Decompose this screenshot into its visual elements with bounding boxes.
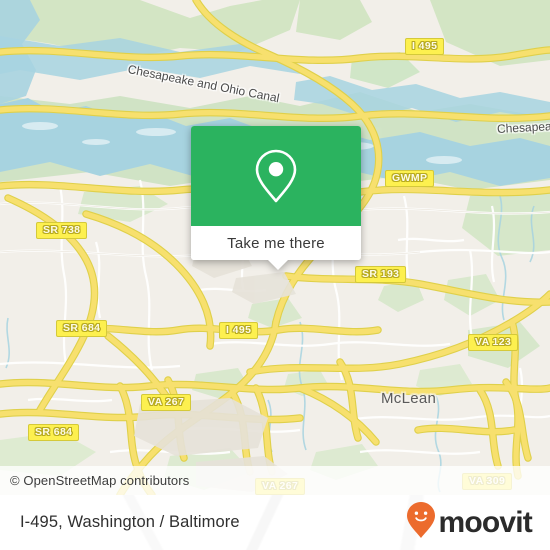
road-shield-sr-684-upper[interactable]: SR 684 <box>56 320 108 337</box>
road-shield-i-495-north[interactable]: I 495 <box>405 38 445 55</box>
openstreetmap-attribution[interactable]: © OpenStreetMap contributors <box>10 473 189 488</box>
road-shield-va-267-upper[interactable]: VA 267 <box>141 394 192 411</box>
page-title: I-495, Washington / Baltimore <box>20 513 240 531</box>
popup-image-area <box>191 126 361 226</box>
road-shield-sr-193[interactable]: SR 193 <box>355 266 407 283</box>
water-label-chesapeake: Chesapeake <box>496 118 550 136</box>
road-shield-va-123[interactable]: VA 123 <box>468 334 519 351</box>
road-shield-i-495-center[interactable]: I 495 <box>219 322 259 339</box>
popup-tail-arrow <box>267 259 289 270</box>
road-shield-sr-738[interactable]: SR 738 <box>36 222 88 239</box>
map-canvas[interactable]: Chesapeake and Ohio Canal Chesapeake McL… <box>0 0 550 495</box>
moovit-map-screen: Chesapeake and Ohio Canal Chesapeake McL… <box>0 0 550 550</box>
moovit-pin-smile-icon <box>406 501 436 544</box>
moovit-logo[interactable]: moovit <box>406 501 533 544</box>
place-label-mclean: McLean <box>381 390 437 407</box>
road-shield-sr-684-lower[interactable]: SR 684 <box>28 424 80 441</box>
location-pin-icon <box>252 147 300 205</box>
map-popup-callout[interactable]: Take me there <box>191 126 361 270</box>
popup-cta-button[interactable]: Take me there <box>191 226 361 260</box>
map-attribution-bar: © OpenStreetMap contributors <box>0 466 550 495</box>
popup-cta-label: Take me there <box>227 234 325 252</box>
bottom-info-bar: I-495, Washington / Baltimore moovit <box>0 495 550 550</box>
road-shield-gwmp[interactable]: GWMP <box>385 170 435 187</box>
moovit-wordmark: moovit <box>438 505 532 539</box>
popup-body: Take me there <box>191 126 361 260</box>
